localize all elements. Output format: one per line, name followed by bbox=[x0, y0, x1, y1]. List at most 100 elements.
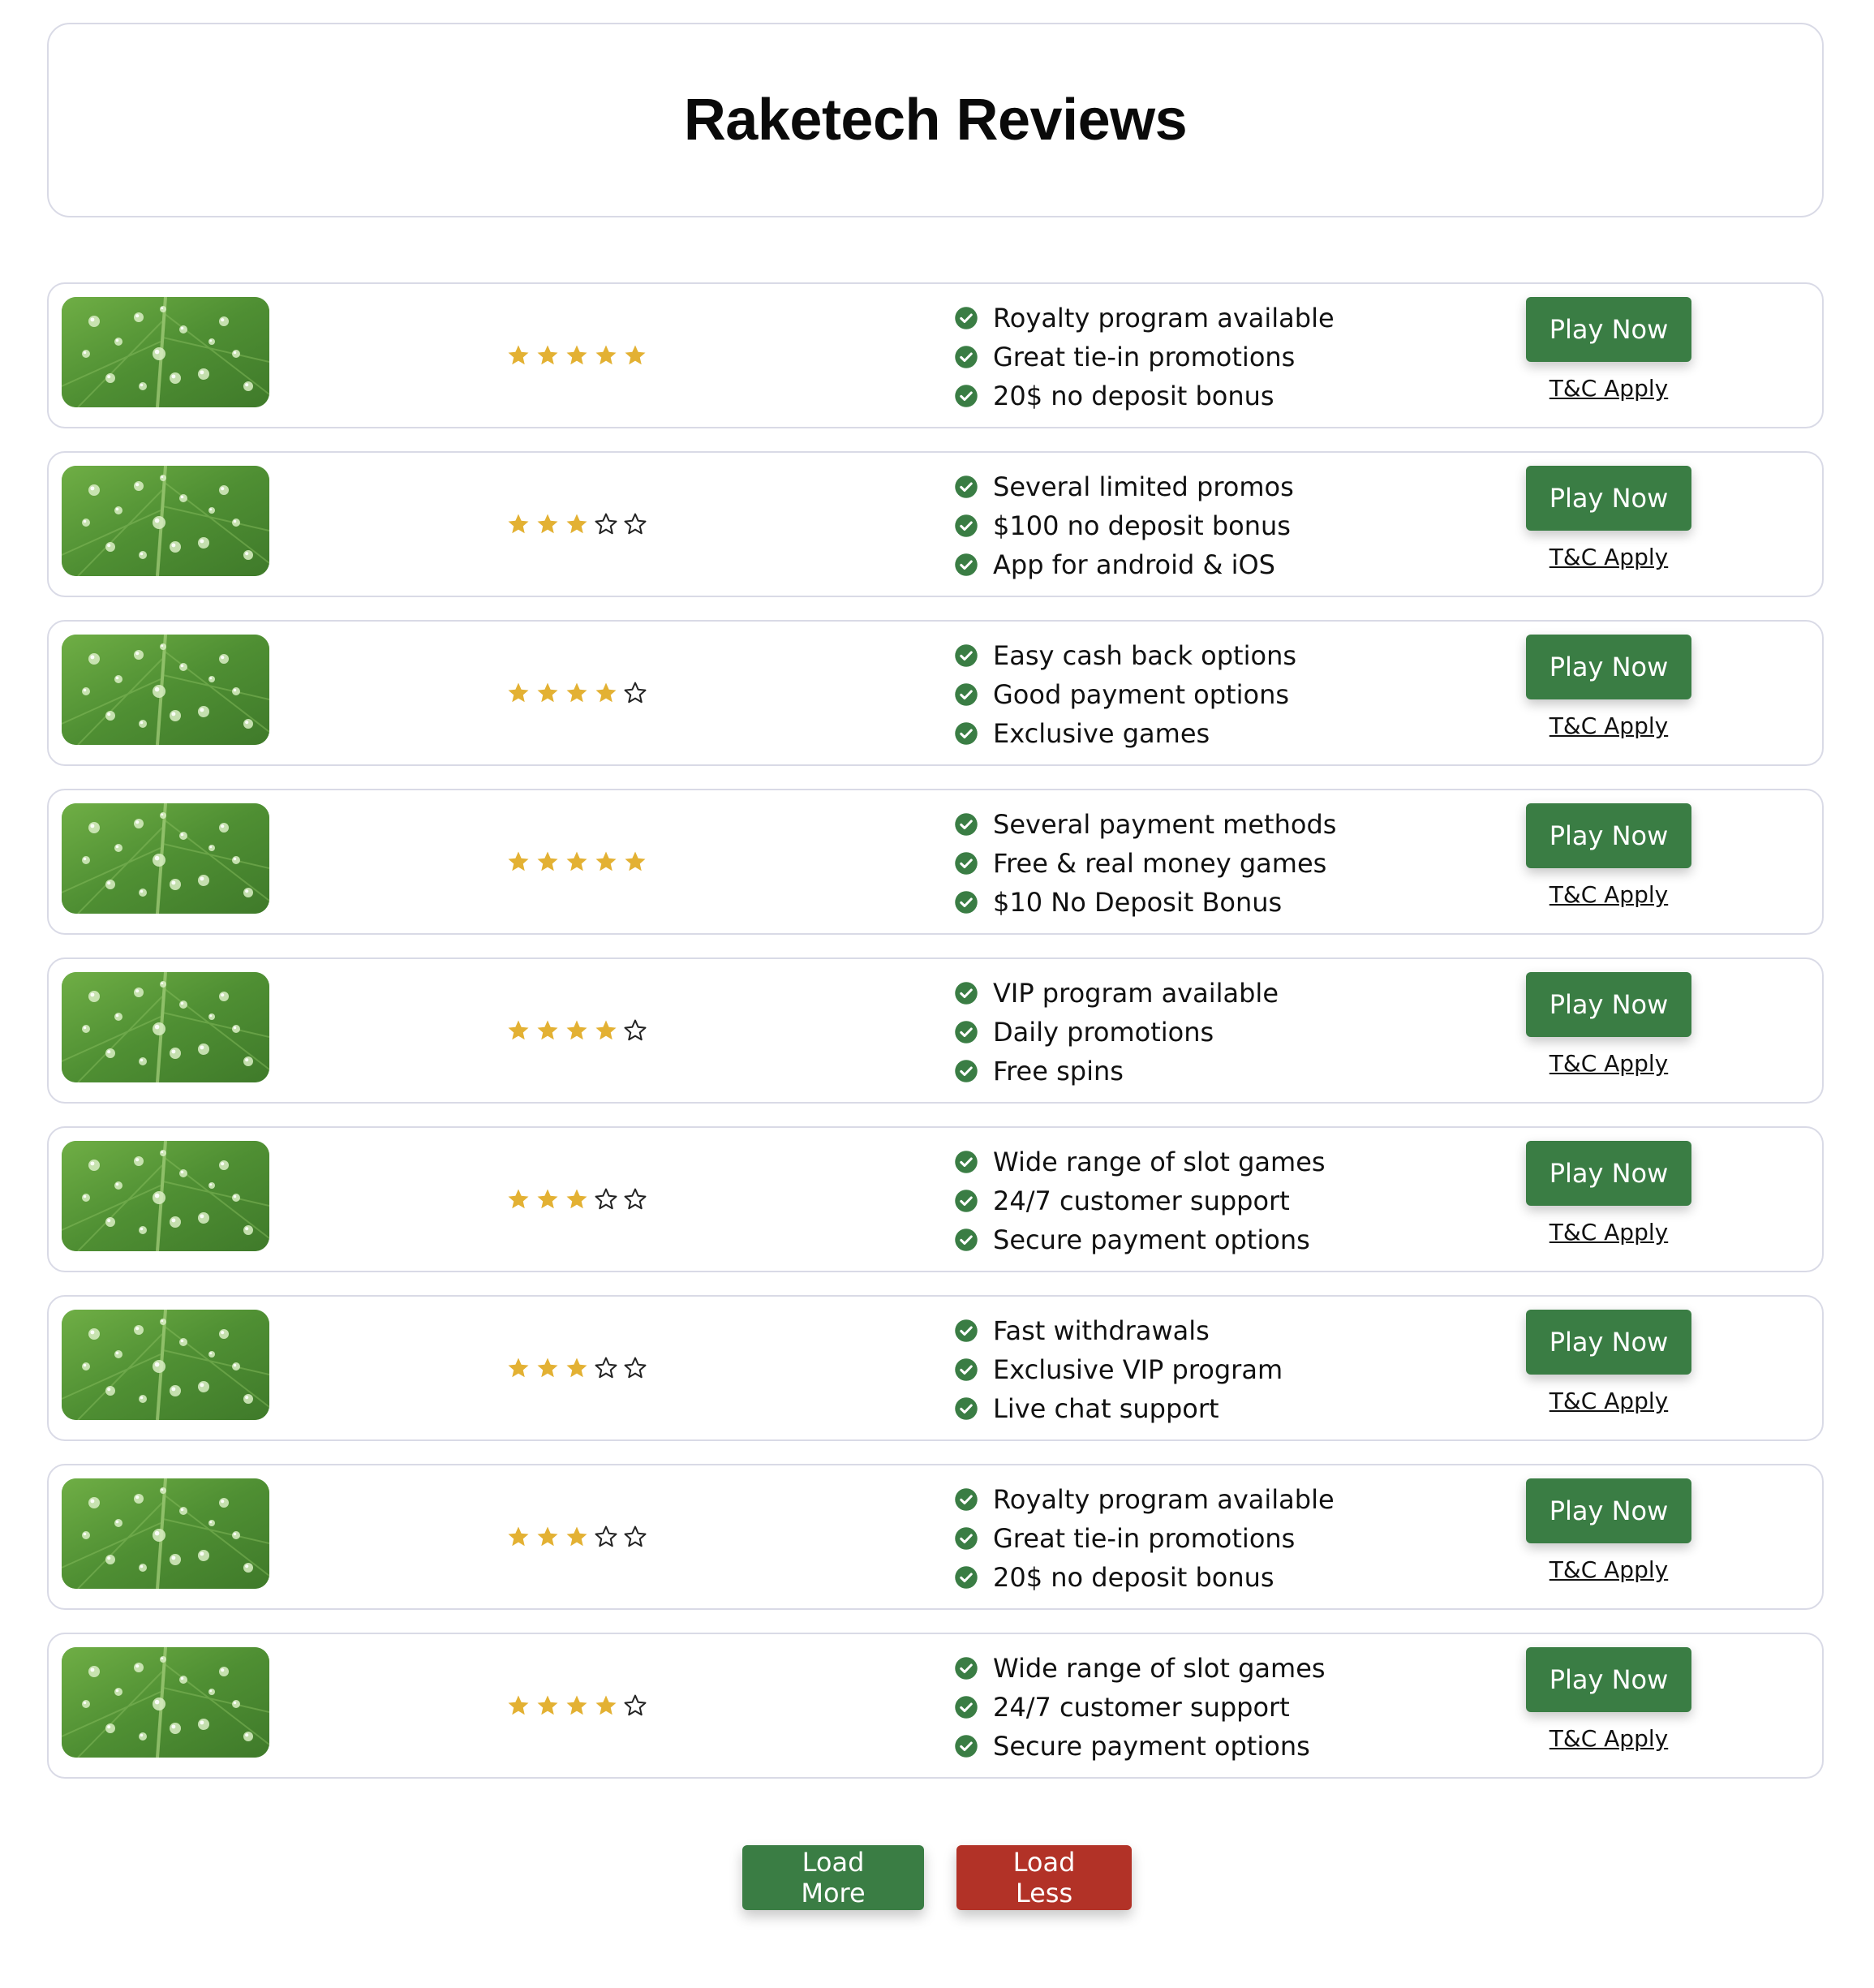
feature-item: Live chat support bbox=[954, 1389, 1283, 1428]
feature-item: 20$ no deposit bonus bbox=[954, 377, 1335, 415]
feature-list: Wide range of slot games 24/7 customer su… bbox=[954, 1142, 1326, 1259]
feature-text: VIP program available bbox=[993, 978, 1279, 1009]
star-filled-icon bbox=[565, 1525, 589, 1549]
star-filled-icon bbox=[506, 1525, 531, 1549]
feature-item: 24/7 customer support bbox=[954, 1688, 1326, 1727]
star-filled-icon bbox=[594, 1693, 618, 1718]
star-filled-icon bbox=[506, 681, 531, 705]
terms-link[interactable]: T&C Apply bbox=[1549, 1050, 1668, 1077]
terms-link[interactable]: T&C Apply bbox=[1549, 1556, 1668, 1583]
star-filled-icon bbox=[535, 1018, 560, 1043]
leaf-water-drops-image bbox=[62, 297, 269, 407]
feature-text: Free spins bbox=[993, 1056, 1124, 1087]
page: Raketech Reviews Royalty program availab… bbox=[0, 0, 1874, 1988]
terms-link[interactable]: T&C Apply bbox=[1549, 712, 1668, 739]
star-rating bbox=[506, 1297, 647, 1439]
play-now-button[interactable]: Play Now bbox=[1526, 466, 1691, 531]
feature-text: 24/7 customer support bbox=[993, 1185, 1290, 1216]
play-now-button[interactable]: Play Now bbox=[1526, 1478, 1691, 1543]
cta-group: Play Now T&C Apply bbox=[1526, 1141, 1691, 1246]
star-empty-icon bbox=[623, 1187, 647, 1211]
feature-item: Great tie-in promotions bbox=[954, 338, 1335, 377]
terms-link[interactable]: T&C Apply bbox=[1549, 881, 1668, 908]
star-filled-icon bbox=[506, 850, 531, 874]
star-empty-icon bbox=[594, 1356, 618, 1380]
leaf-water-drops-image bbox=[62, 1647, 269, 1758]
feature-text: $10 No Deposit Bonus bbox=[993, 887, 1283, 918]
feature-item: Wide range of slot games bbox=[954, 1649, 1326, 1688]
check-circle-icon bbox=[954, 1059, 978, 1083]
feature-item: Several payment methods bbox=[954, 805, 1336, 844]
cta-group: Play Now T&C Apply bbox=[1526, 297, 1691, 402]
cta-group: Play Now T&C Apply bbox=[1526, 466, 1691, 570]
star-filled-icon bbox=[535, 1187, 560, 1211]
cta-group: Play Now T&C Apply bbox=[1526, 1310, 1691, 1414]
check-circle-icon bbox=[954, 643, 978, 668]
review-row: Easy cash back options Good payment optio… bbox=[47, 620, 1824, 766]
star-empty-icon bbox=[623, 1525, 647, 1549]
star-filled-icon bbox=[594, 681, 618, 705]
review-row: Royalty program available Great tie-in pr… bbox=[47, 1464, 1824, 1610]
terms-link[interactable]: T&C Apply bbox=[1549, 544, 1668, 570]
check-circle-icon bbox=[954, 1734, 978, 1758]
play-now-button[interactable]: Play Now bbox=[1526, 1141, 1691, 1206]
feature-item: Great tie-in promotions bbox=[954, 1519, 1335, 1558]
star-filled-icon bbox=[506, 512, 531, 536]
check-circle-icon bbox=[954, 384, 978, 408]
feature-item: $100 no deposit bonus bbox=[954, 506, 1294, 545]
play-now-button[interactable]: Play Now bbox=[1526, 803, 1691, 868]
feature-text: Secure payment options bbox=[993, 1731, 1310, 1762]
star-filled-icon bbox=[565, 1356, 589, 1380]
check-circle-icon bbox=[954, 812, 978, 837]
terms-link[interactable]: T&C Apply bbox=[1549, 1219, 1668, 1246]
feature-list: Fast withdrawals Exclusive VIP program Liv… bbox=[954, 1311, 1283, 1428]
feature-text: Easy cash back options bbox=[993, 640, 1297, 671]
feature-item: Royalty program available bbox=[954, 299, 1335, 338]
feature-text: Royalty program available bbox=[993, 1484, 1335, 1515]
star-filled-icon bbox=[535, 1693, 560, 1718]
feature-text: Good payment options bbox=[993, 679, 1290, 710]
play-now-button[interactable]: Play Now bbox=[1526, 635, 1691, 699]
cta-group: Play Now T&C Apply bbox=[1526, 972, 1691, 1077]
star-rating bbox=[506, 790, 647, 933]
play-now-button[interactable]: Play Now bbox=[1526, 972, 1691, 1037]
check-circle-icon bbox=[954, 345, 978, 369]
play-now-button[interactable]: Play Now bbox=[1526, 1647, 1691, 1712]
play-now-button[interactable]: Play Now bbox=[1526, 1310, 1691, 1375]
check-circle-icon bbox=[954, 890, 978, 914]
feature-item: Secure payment options bbox=[954, 1220, 1326, 1259]
feature-text: Several payment methods bbox=[993, 809, 1337, 840]
review-row: Fast withdrawals Exclusive VIP program Liv… bbox=[47, 1295, 1824, 1441]
load-more-button[interactable]: Load More bbox=[742, 1845, 924, 1910]
feature-list: Royalty program available Great tie-in pr… bbox=[954, 299, 1335, 415]
play-now-button[interactable]: Play Now bbox=[1526, 297, 1691, 362]
feature-text: Exclusive games bbox=[993, 718, 1210, 749]
star-filled-icon bbox=[594, 850, 618, 874]
feature-list: Easy cash back options Good payment optio… bbox=[954, 636, 1296, 753]
check-circle-icon bbox=[954, 1565, 978, 1590]
star-filled-icon bbox=[506, 1693, 531, 1718]
feature-item: Free & real money games bbox=[954, 844, 1336, 883]
feature-item: 20$ no deposit bonus bbox=[954, 1558, 1335, 1597]
star-filled-icon bbox=[565, 512, 589, 536]
star-filled-icon bbox=[594, 343, 618, 368]
terms-link[interactable]: T&C Apply bbox=[1549, 375, 1668, 402]
feature-item: Fast withdrawals bbox=[954, 1311, 1283, 1350]
star-filled-icon bbox=[535, 1356, 560, 1380]
star-filled-icon bbox=[506, 1187, 531, 1211]
terms-link[interactable]: T&C Apply bbox=[1549, 1725, 1668, 1752]
feature-item: Several limited promos bbox=[954, 467, 1294, 506]
feature-list: VIP program available Daily promotions Fre… bbox=[954, 974, 1279, 1091]
star-rating bbox=[506, 959, 647, 1102]
star-filled-icon bbox=[565, 681, 589, 705]
feature-text: Exclusive VIP program bbox=[993, 1354, 1283, 1385]
feature-item: App for android & iOS bbox=[954, 545, 1294, 584]
leaf-water-drops-image bbox=[62, 635, 269, 745]
star-empty-icon bbox=[594, 1187, 618, 1211]
leaf-water-drops-image bbox=[62, 1141, 269, 1251]
terms-link[interactable]: T&C Apply bbox=[1549, 1388, 1668, 1414]
feature-item: Royalty program available bbox=[954, 1480, 1335, 1519]
feature-item: Exclusive VIP program bbox=[954, 1350, 1283, 1389]
load-less-button[interactable]: Load Less bbox=[956, 1845, 1132, 1910]
star-filled-icon bbox=[535, 1525, 560, 1549]
